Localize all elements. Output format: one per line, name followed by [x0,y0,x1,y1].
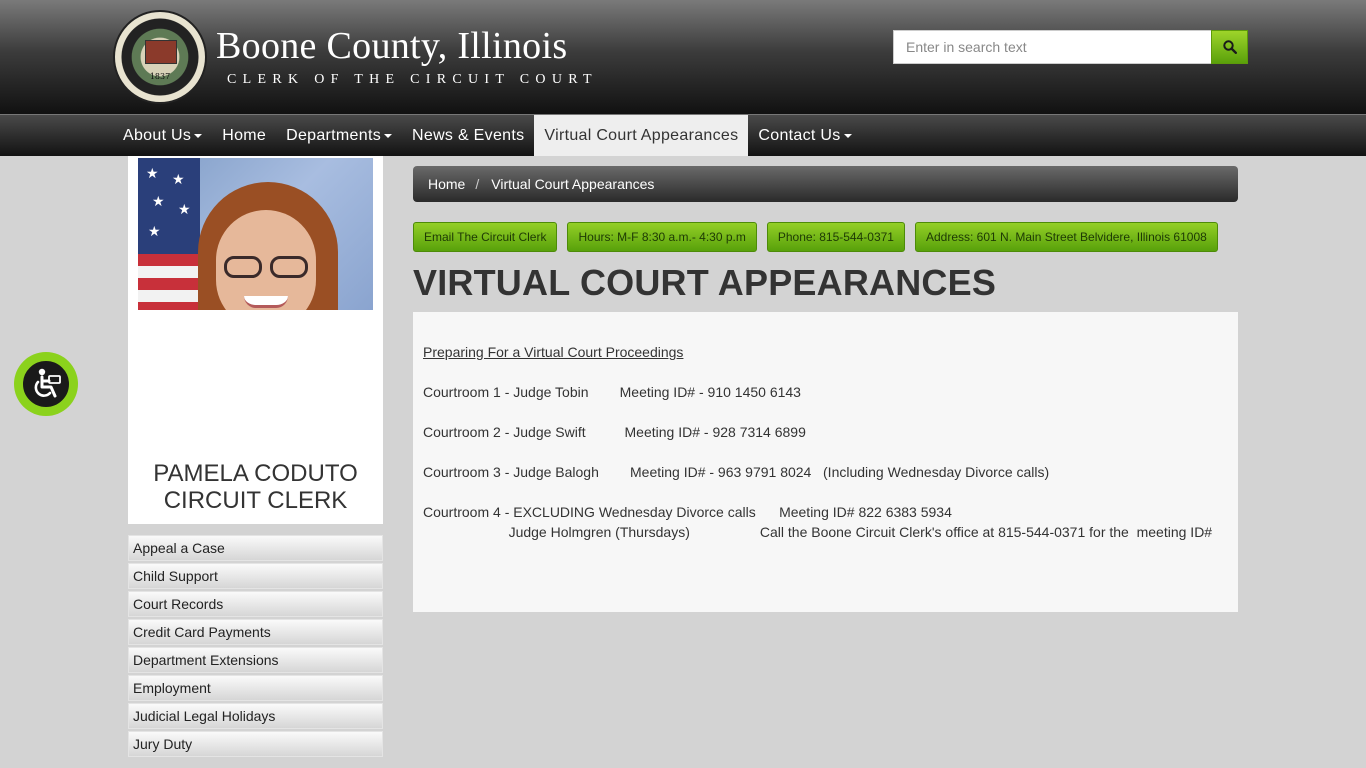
clerk-profile-card: ★ ★ ★ ★ ★ PAMELA CODUTO CIRCUIT CLERK [128,156,383,524]
nav-contact-us[interactable]: Contact Us [748,115,861,156]
site-subtitle: CLERK OF THE CIRCUIT COURT [227,72,598,87]
search-button[interactable] [1211,30,1248,64]
nav-virtual-court-appearances[interactable]: Virtual Court Appearances [534,115,749,156]
sidebar-item-court-records[interactable]: Court Records [128,591,383,617]
sidebar-item-employment[interactable]: Employment [128,675,383,701]
email-clerk-button[interactable]: Email The Circuit Clerk [413,222,558,252]
sidebar-item-credit-card-payments[interactable]: Credit Card Payments [128,619,383,645]
nav-menu: About Us Home Departments News & Events … [113,115,862,156]
clerk-name-line1: PAMELA CODUTO [153,460,358,487]
nav-label: Contact Us [758,126,841,144]
main-content: Preparing For a Virtual Court Proceeding… [413,312,1238,612]
caret-down-icon [384,133,393,138]
address-button[interactable]: Address: 601 N. Main Street Belvidere, I… [914,222,1218,252]
caret-down-icon [843,133,852,138]
sidebar-item-department-extensions[interactable]: Department Extensions [128,647,383,673]
portrait-smile [244,296,288,308]
accessibility-icon [34,368,61,398]
search-input[interactable] [893,30,1212,64]
star-icon: ★ [152,193,165,209]
breadcrumb-separator: / [475,176,480,192]
breadcrumb-current: Virtual Court Appearances [491,176,655,192]
nav-label: Departments [286,126,382,144]
search-icon [1222,40,1237,54]
preparing-virtual-court-link[interactable]: Preparing For a Virtual Court Proceeding… [423,344,683,360]
flag-canton: ★ ★ ★ ★ ★ [138,158,200,254]
courtroom-4-thursday-line: Judge Holmgren (Thursdays) Call the Boon… [423,524,1213,540]
nav-departments[interactable]: Departments [276,115,402,156]
site-title[interactable]: Boone County, Illinois [216,24,567,68]
hours-button[interactable]: Hours: M-F 8:30 a.m.- 4:30 p.m [567,222,757,252]
courtroom-4-line: Courtroom 4 - EXCLUDING Wednesday Divorc… [423,504,952,520]
star-icon: ★ [148,223,161,239]
nav-label: Home [222,126,267,144]
nav-label: News & Events [412,126,525,144]
clerk-name: PAMELA CODUTO CIRCUIT CLERK [128,460,383,514]
phone-button[interactable]: Phone: 815-544-0371 [766,222,905,252]
star-icon: ★ [178,201,191,217]
courtroom-3-line: Courtroom 3 - Judge Balogh Meeting ID# -… [423,464,1050,480]
nav-news-events[interactable]: News & Events [402,115,534,156]
seal-building-graphic [145,40,177,64]
nav-label: Virtual Court Appearances [544,126,739,144]
sidebar-item-appeal-a-case[interactable]: Appeal a Case [128,535,383,561]
accessibility-button[interactable] [14,352,78,416]
nav-home[interactable]: Home [212,115,276,156]
site-header: 1837 Boone County, Illinois CLERK OF THE… [0,0,1366,114]
contact-info-buttons: Email The Circuit Clerk Hours: M-F 8:30 … [413,222,1228,252]
sidebar-menu: Appeal a Case Child Support Court Record… [128,535,383,759]
portrait-glasses [224,256,308,278]
sidebar-item-judicial-legal-holidays[interactable]: Judicial Legal Holidays [128,703,383,729]
clerk-title-line: CIRCUIT CLERK [163,487,348,514]
main-navbar: About Us Home Departments News & Events … [0,114,1366,156]
sidebar-item-child-support[interactable]: Child Support [128,563,383,589]
caret-down-icon [194,133,203,138]
sidebar-item-jury-duty[interactable]: Jury Duty [128,731,383,757]
star-icon: ★ [146,165,159,181]
clerk-photo: ★ ★ ★ ★ ★ [138,158,373,310]
courtroom-2-line: Courtroom 2 - Judge Swift Meeting ID# - … [423,424,806,440]
breadcrumb: Home / Virtual Court Appearances [413,166,1238,202]
accessibility-button-inner [20,358,72,410]
page-title: VIRTUAL COURT APPEARANCES [413,262,997,303]
breadcrumb-home-link[interactable]: Home [428,176,465,192]
courtroom-1-line: Courtroom 1 - Judge Tobin Meeting ID# - … [423,384,801,400]
county-seal-logo[interactable]: 1837 [113,10,207,104]
nav-label: About Us [123,126,192,144]
star-icon: ★ [172,171,185,187]
nav-about-us[interactable]: About Us [113,115,212,156]
seal-year: 1837 [149,72,171,81]
